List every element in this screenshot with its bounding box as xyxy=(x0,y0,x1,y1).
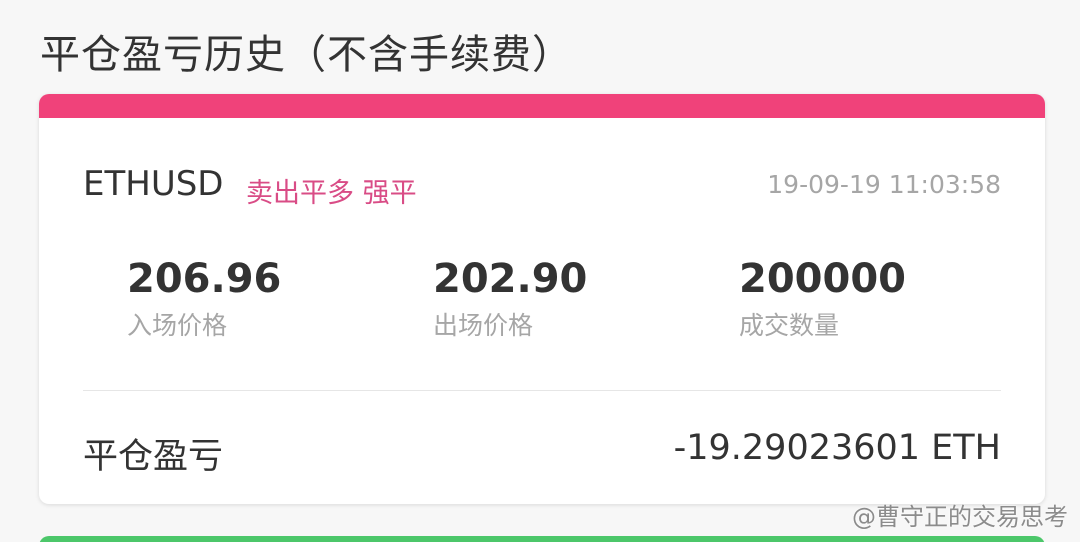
entry-price-stat: 206.96 入场价格 xyxy=(127,256,281,342)
trade-symbol: ETHUSD xyxy=(83,164,224,204)
card-accent-stripe xyxy=(39,94,1045,118)
page: 平仓盈亏历史（不含手续费） ETHUSD 卖出平多 强平 19-09-19 11… xyxy=(0,0,1080,542)
trade-card[interactable]: ETHUSD 卖出平多 强平 19-09-19 11:03:58 206.96 … xyxy=(39,94,1045,504)
trade-action-tag: 卖出平多 强平 xyxy=(246,178,417,209)
entry-price-label: 入场价格 xyxy=(127,311,228,340)
pnl-label: 平仓盈亏 xyxy=(83,437,224,477)
quantity-stat: 200000 成交数量 xyxy=(739,256,906,342)
exit-price-value: 202.90 xyxy=(433,256,588,302)
trade-timestamp: 19-09-19 11:03:58 xyxy=(767,170,1001,199)
watermark: @曹守正的交易思考 xyxy=(852,503,1068,531)
next-card-accent-stripe xyxy=(39,536,1045,542)
exit-price-stat: 202.90 出场价格 xyxy=(433,256,587,342)
exit-price-label: 出场价格 xyxy=(433,311,534,340)
page-title: 平仓盈亏历史（不含手续费） xyxy=(40,32,573,78)
quantity-label: 成交数量 xyxy=(739,311,840,340)
card-divider xyxy=(83,390,1001,391)
pnl-value: -19.29023601 ETH xyxy=(673,428,1001,468)
quantity-value: 200000 xyxy=(739,256,906,302)
entry-price-value: 206.96 xyxy=(127,256,282,302)
